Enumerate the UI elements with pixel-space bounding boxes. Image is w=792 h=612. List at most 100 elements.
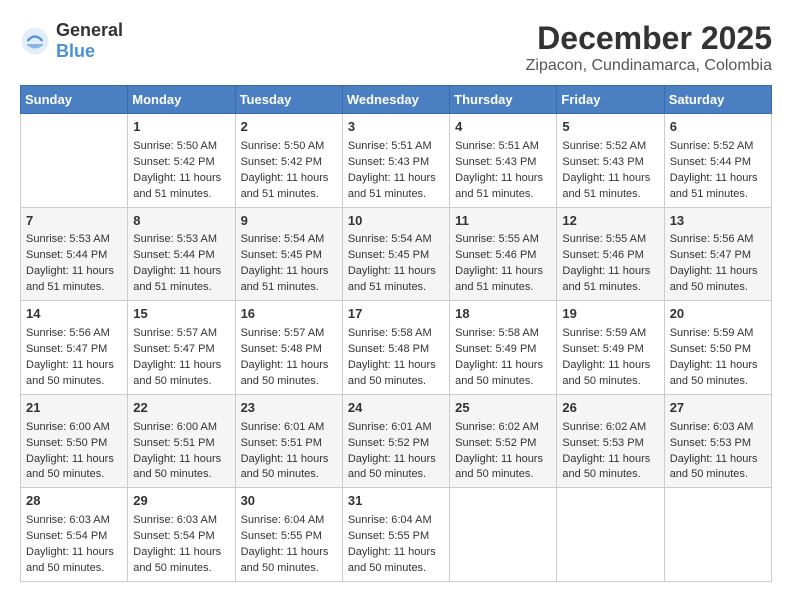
day-number: 17 (348, 305, 444, 324)
calendar-week-row: 14Sunrise: 5:56 AMSunset: 5:47 PMDayligh… (21, 301, 772, 395)
day-info-line: Sunrise: 6:00 AM (26, 420, 122, 436)
day-info-line: Sunrise: 5:54 AM (241, 232, 337, 248)
calendar-cell: 8Sunrise: 5:53 AMSunset: 5:44 PMDaylight… (128, 207, 235, 301)
calendar-cell: 12Sunrise: 5:55 AMSunset: 5:46 PMDayligh… (557, 207, 664, 301)
day-info-line: Sunrise: 6:01 AM (348, 420, 444, 436)
day-info-line: Sunrise: 5:56 AM (670, 232, 766, 248)
calendar-header: SundayMondayTuesdayWednesdayThursdayFrid… (21, 86, 772, 114)
title-block: December 2025 Zipacon, Cundinamarca, Col… (526, 20, 772, 75)
day-info-line: Daylight: 11 hours (455, 171, 551, 187)
day-info-line: Sunset: 5:47 PM (26, 342, 122, 358)
page-header: General Blue December 2025 Zipacon, Cund… (20, 20, 772, 75)
day-info-line: and 51 minutes. (562, 280, 658, 296)
day-info-line: and 50 minutes. (133, 374, 229, 390)
calendar-table: SundayMondayTuesdayWednesdayThursdayFrid… (20, 85, 772, 582)
day-number: 25 (455, 399, 551, 418)
day-info-line: Daylight: 11 hours (670, 358, 766, 374)
day-info-line: Daylight: 11 hours (562, 358, 658, 374)
calendar-cell: 11Sunrise: 5:55 AMSunset: 5:46 PMDayligh… (450, 207, 557, 301)
day-info-line: Sunrise: 5:51 AM (455, 139, 551, 155)
day-info-line: Sunset: 5:45 PM (348, 248, 444, 264)
calendar-cell: 18Sunrise: 5:58 AMSunset: 5:49 PMDayligh… (450, 301, 557, 395)
day-number: 13 (670, 212, 766, 231)
day-info-line: and 50 minutes. (133, 467, 229, 483)
weekday-header: Saturday (664, 86, 771, 114)
calendar-cell: 3Sunrise: 5:51 AMSunset: 5:43 PMDaylight… (342, 114, 449, 208)
calendar-week-row: 28Sunrise: 6:03 AMSunset: 5:54 PMDayligh… (21, 488, 772, 582)
day-info-line: and 50 minutes. (348, 467, 444, 483)
calendar-cell: 24Sunrise: 6:01 AMSunset: 5:52 PMDayligh… (342, 394, 449, 488)
calendar-cell: 25Sunrise: 6:02 AMSunset: 5:52 PMDayligh… (450, 394, 557, 488)
day-info-line: Sunset: 5:48 PM (241, 342, 337, 358)
day-number: 16 (241, 305, 337, 324)
logo-icon (20, 26, 50, 56)
logo-general: General (56, 20, 123, 40)
day-info-line: Daylight: 11 hours (26, 545, 122, 561)
calendar-cell: 4Sunrise: 5:51 AMSunset: 5:43 PMDaylight… (450, 114, 557, 208)
calendar-cell: 16Sunrise: 5:57 AMSunset: 5:48 PMDayligh… (235, 301, 342, 395)
day-info-line: Sunset: 5:43 PM (455, 155, 551, 171)
day-number: 9 (241, 212, 337, 231)
calendar-cell: 30Sunrise: 6:04 AMSunset: 5:55 PMDayligh… (235, 488, 342, 582)
day-info-line: Sunset: 5:47 PM (670, 248, 766, 264)
day-number: 31 (348, 492, 444, 511)
day-info-line: Sunset: 5:44 PM (670, 155, 766, 171)
day-number: 1 (133, 118, 229, 137)
weekday-header: Wednesday (342, 86, 449, 114)
day-info-line: Daylight: 11 hours (241, 358, 337, 374)
day-info-line: and 51 minutes. (133, 187, 229, 203)
day-info-line: Sunset: 5:51 PM (241, 436, 337, 452)
day-info-line: Daylight: 11 hours (562, 264, 658, 280)
weekday-header: Sunday (21, 86, 128, 114)
calendar-cell: 13Sunrise: 5:56 AMSunset: 5:47 PMDayligh… (664, 207, 771, 301)
day-number: 5 (562, 118, 658, 137)
location-title: Zipacon, Cundinamarca, Colombia (526, 57, 772, 75)
day-info-line: and 51 minutes. (670, 187, 766, 203)
day-info-line: and 50 minutes. (241, 467, 337, 483)
day-info-line: and 51 minutes. (455, 187, 551, 203)
calendar-cell: 14Sunrise: 5:56 AMSunset: 5:47 PMDayligh… (21, 301, 128, 395)
day-number: 7 (26, 212, 122, 231)
day-info-line: Sunrise: 5:57 AM (133, 326, 229, 342)
day-info-line: and 51 minutes. (26, 280, 122, 296)
header-row: SundayMondayTuesdayWednesdayThursdayFrid… (21, 86, 772, 114)
day-info-line: Sunset: 5:49 PM (455, 342, 551, 358)
day-info-line: Sunrise: 6:00 AM (133, 420, 229, 436)
day-number: 2 (241, 118, 337, 137)
day-info-line: Sunrise: 5:59 AM (670, 326, 766, 342)
calendar-cell: 2Sunrise: 5:50 AMSunset: 5:42 PMDaylight… (235, 114, 342, 208)
day-info-line: and 50 minutes. (241, 374, 337, 390)
day-info-line: Daylight: 11 hours (348, 171, 444, 187)
day-info-line: Sunrise: 5:52 AM (670, 139, 766, 155)
day-info-line: Daylight: 11 hours (670, 452, 766, 468)
day-info-line: Daylight: 11 hours (562, 452, 658, 468)
day-info-line: Sunrise: 5:50 AM (133, 139, 229, 155)
day-info-line: Sunset: 5:50 PM (670, 342, 766, 358)
day-info-line: Sunrise: 5:50 AM (241, 139, 337, 155)
day-info-line: Sunset: 5:50 PM (26, 436, 122, 452)
day-info-line: Sunrise: 6:02 AM (455, 420, 551, 436)
day-info-line: Sunset: 5:44 PM (133, 248, 229, 264)
day-info-line: Sunrise: 5:52 AM (562, 139, 658, 155)
calendar-cell (21, 114, 128, 208)
day-info-line: Sunrise: 5:59 AM (562, 326, 658, 342)
day-info-line: and 50 minutes. (670, 280, 766, 296)
day-info-line: Sunset: 5:54 PM (26, 529, 122, 545)
day-number: 12 (562, 212, 658, 231)
day-info-line: Sunset: 5:52 PM (348, 436, 444, 452)
day-info-line: Sunrise: 6:02 AM (562, 420, 658, 436)
day-number: 15 (133, 305, 229, 324)
calendar-cell: 29Sunrise: 6:03 AMSunset: 5:54 PMDayligh… (128, 488, 235, 582)
day-number: 10 (348, 212, 444, 231)
day-number: 27 (670, 399, 766, 418)
day-info-line: and 51 minutes. (455, 280, 551, 296)
calendar-cell: 19Sunrise: 5:59 AMSunset: 5:49 PMDayligh… (557, 301, 664, 395)
day-number: 29 (133, 492, 229, 511)
day-number: 30 (241, 492, 337, 511)
day-number: 20 (670, 305, 766, 324)
day-number: 8 (133, 212, 229, 231)
day-info-line: Sunrise: 6:03 AM (670, 420, 766, 436)
day-info-line: Sunset: 5:44 PM (26, 248, 122, 264)
day-info-line: Sunset: 5:42 PM (133, 155, 229, 171)
day-info-line: Daylight: 11 hours (670, 264, 766, 280)
